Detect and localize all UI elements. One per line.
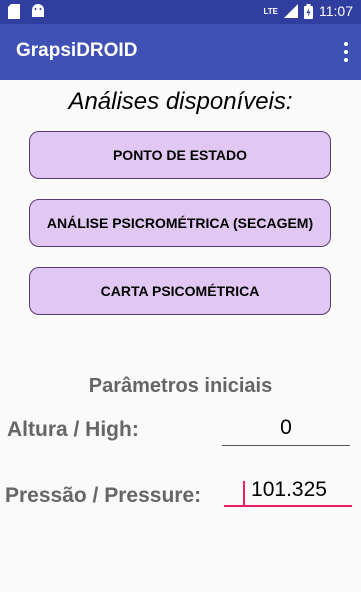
android-icon xyxy=(32,4,44,17)
pressao-underline xyxy=(224,505,352,507)
sd-card-icon xyxy=(8,4,20,19)
carta-psicometrica-button[interactable]: CARTA PSICOMÉTRICA xyxy=(29,267,331,315)
pressao-label: Pressão / Pressure: xyxy=(5,484,202,507)
lte-signal-icon xyxy=(284,4,298,18)
analise-psicrometrica-button[interactable]: ANÁLISE PSICROMÉTRICA (SECAGEM) xyxy=(29,199,331,247)
battery-icon xyxy=(304,3,313,19)
status-bar: LTE 11:07 xyxy=(0,0,361,24)
altura-underline xyxy=(222,445,350,446)
params-title: Parâmetros iniciais xyxy=(88,375,273,397)
app-title: GrapsiDROID xyxy=(16,40,138,61)
lte-label: LTE xyxy=(263,6,278,16)
status-time: 11:07 xyxy=(319,3,353,19)
altura-input[interactable]: 0 xyxy=(222,416,350,440)
pressao-input[interactable]: 101.325 xyxy=(226,478,352,502)
app-bar: GrapsiDROID xyxy=(0,24,361,80)
analyses-heading: Análises disponíveis: xyxy=(68,88,293,115)
ponto-de-estado-button[interactable]: PONTO DE ESTADO xyxy=(29,131,331,179)
overflow-menu-icon[interactable] xyxy=(343,42,349,62)
altura-label: Altura / High: xyxy=(7,418,139,441)
